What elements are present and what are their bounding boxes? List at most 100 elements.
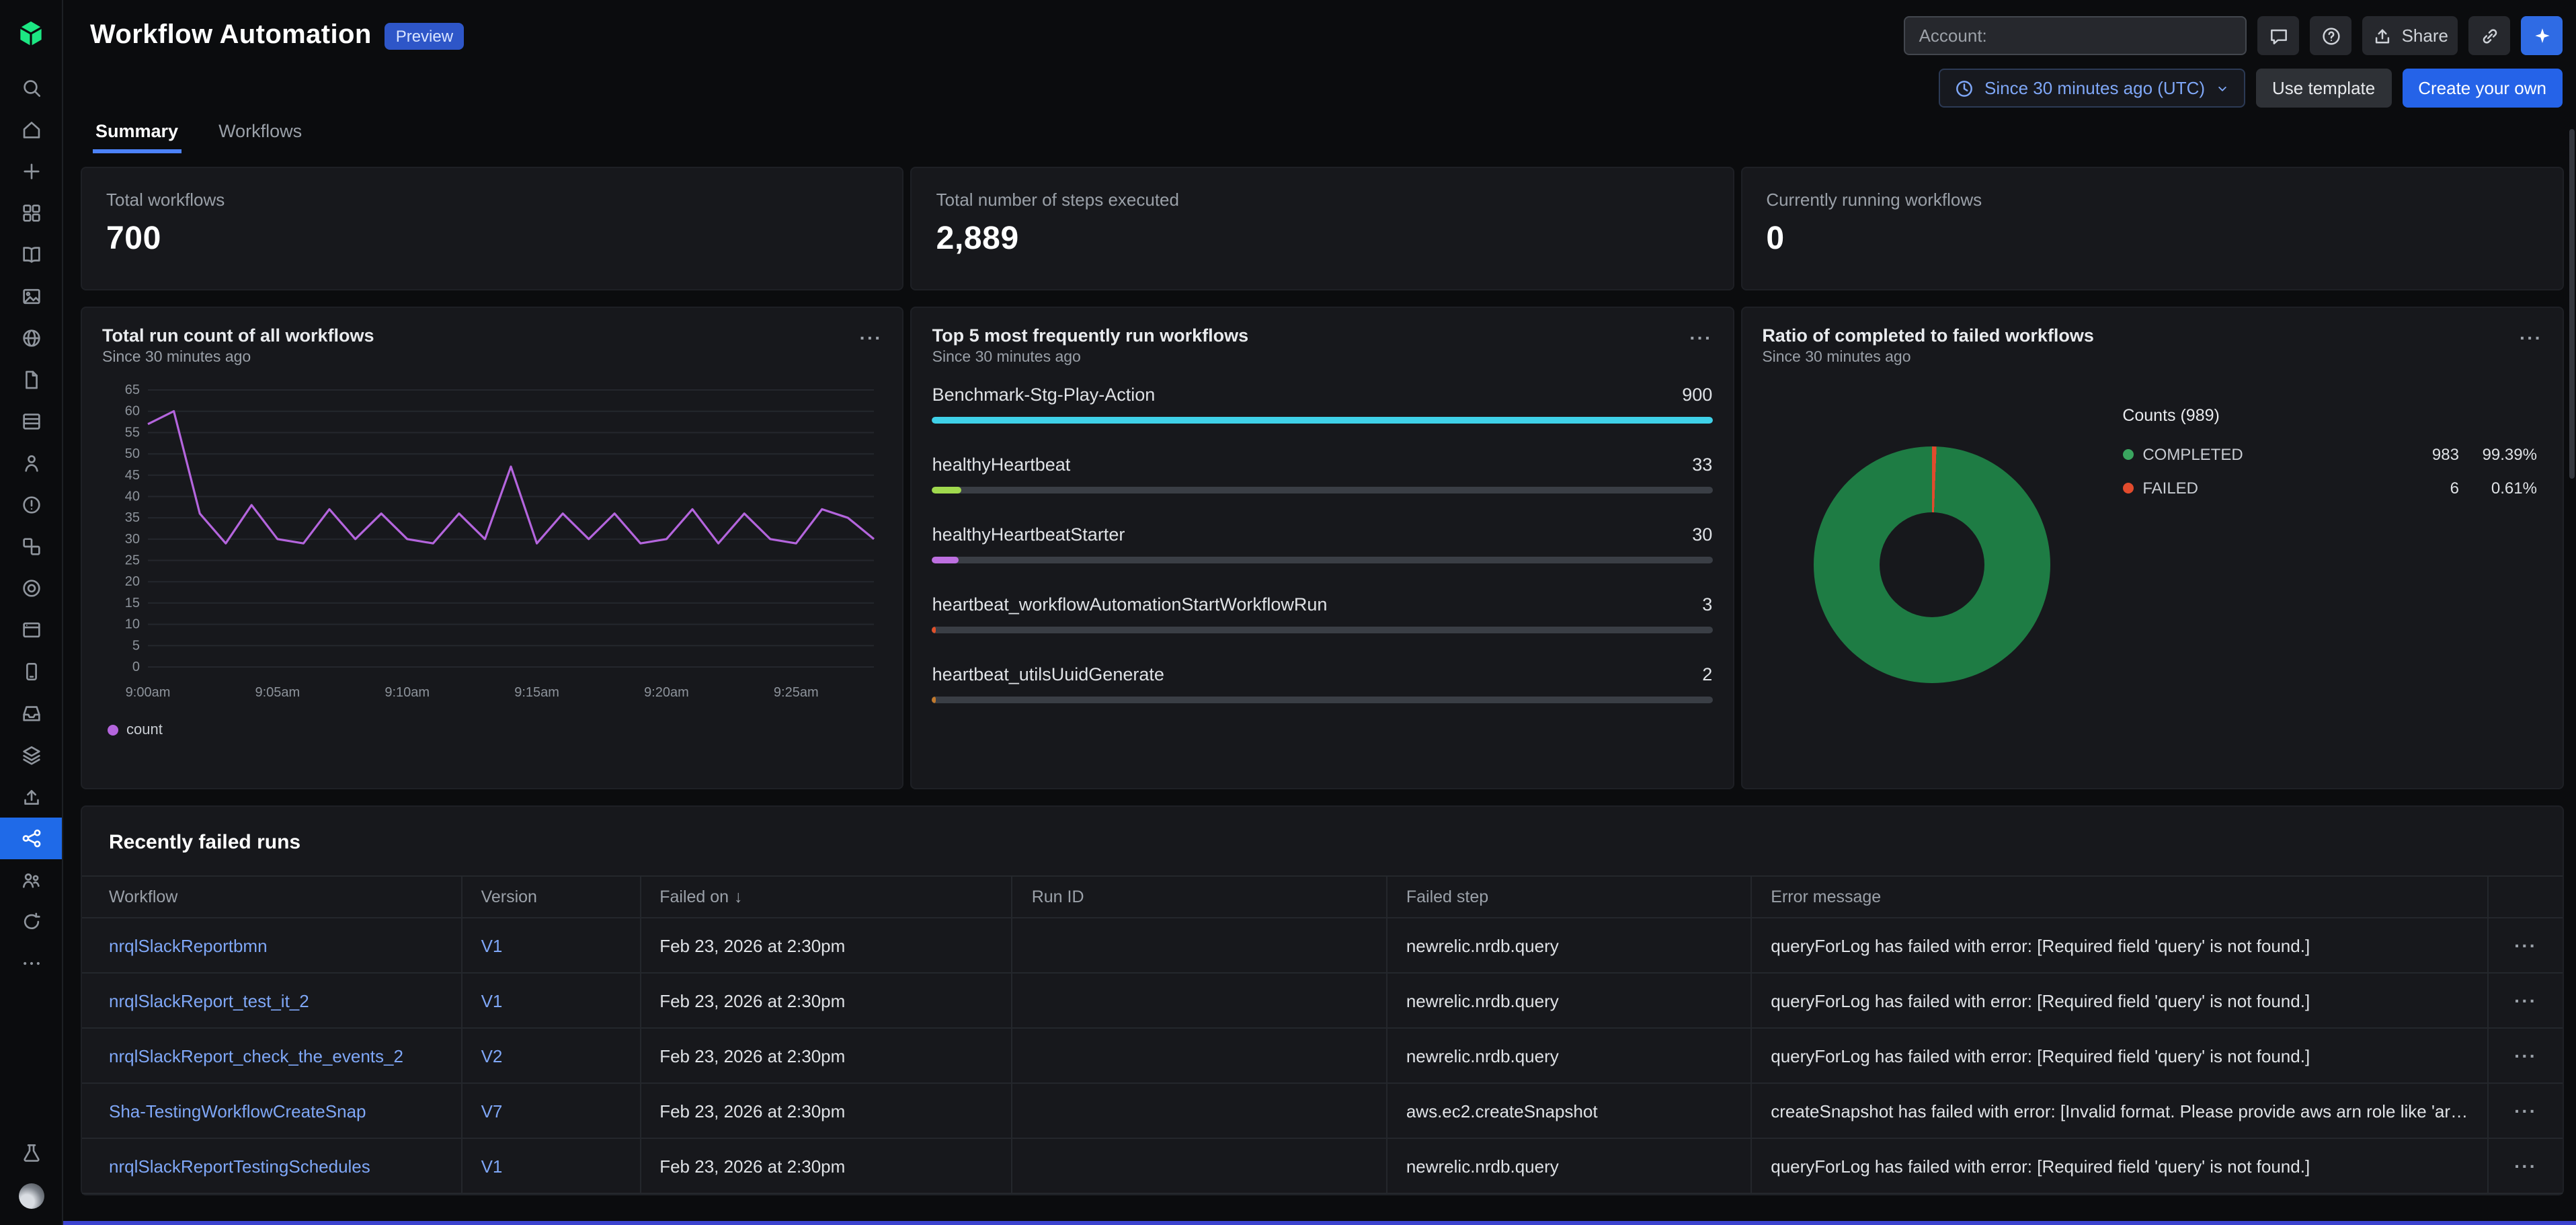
error-message-cell: queryForLog has failed with error: [Requ… (1751, 1138, 2488, 1193)
sidebar-item-stacks[interactable] (0, 734, 62, 776)
version-link[interactable]: V1 (481, 990, 503, 1011)
sidebar-item-lab[interactable] (0, 1132, 62, 1174)
card-menu-button[interactable]: ··· (1689, 325, 1712, 350)
sidebar-item-browser[interactable] (0, 609, 62, 651)
workflow-link[interactable]: Sha-TestingWorkflowCreateSnap (109, 1101, 366, 1121)
bar-label: Benchmark-Stg-Play-Action (932, 385, 1156, 405)
bar-item[interactable]: healthyHeartbeatStarter30 (932, 524, 1713, 563)
sidebar-item-sync[interactable] (0, 901, 62, 943)
bar-item[interactable]: Benchmark-Stg-Play-Action900 (932, 385, 1713, 424)
column-header-run-id[interactable]: Run ID (1012, 876, 1387, 918)
workflow-link[interactable]: nrqlSlackReport_test_it_2 (109, 990, 309, 1011)
row-menu-button[interactable]: ··· (2514, 1099, 2537, 1123)
sidebar-item-inbox[interactable] (0, 693, 62, 734)
sidebar-item-lists[interactable] (0, 401, 62, 442)
card-menu-button[interactable]: ··· (2520, 325, 2542, 350)
sort-desc-icon: ↓ (734, 887, 743, 906)
column-header-version[interactable]: Version (462, 876, 641, 918)
row-menu-button[interactable]: ··· (2514, 988, 2537, 1013)
sidebar-item-web[interactable] (0, 317, 62, 359)
chat-icon (2268, 25, 2290, 46)
tab-summary[interactable]: Summary (93, 113, 181, 153)
svg-text:35: 35 (125, 510, 140, 525)
column-header-error-message[interactable]: Error message (1751, 876, 2488, 918)
table-row: nrqlSlackReportTestingSchedules V1 Feb 23,… (82, 1138, 2563, 1193)
help-button[interactable] (2310, 16, 2352, 55)
svg-text:9:05am: 9:05am (255, 685, 300, 700)
time-picker-button[interactable]: Since 30 minutes ago (UTC) (1939, 69, 2245, 108)
sidebar-item-search[interactable] (0, 67, 62, 109)
row-menu-button[interactable]: ··· (2514, 1154, 2537, 1178)
version-link[interactable]: V1 (481, 935, 503, 955)
web-icon (19, 327, 42, 350)
legend-row-failed[interactable]: FAILED60.61% (2122, 479, 2537, 498)
sidebar-item-goals[interactable] (0, 567, 62, 609)
tab-workflows[interactable]: Workflows (216, 113, 305, 153)
sidebar-item-traces[interactable] (0, 776, 62, 818)
line-chart[interactable]: 051015202530354045505560659:00am9:05am9:… (102, 379, 883, 719)
sidebar-item-explorer[interactable] (0, 234, 62, 276)
row-menu-button[interactable]: ··· (2514, 933, 2537, 957)
bar-item[interactable]: healthyHeartbeat33 (932, 455, 1713, 493)
assistant-button[interactable] (2521, 16, 2563, 55)
copy-link-button[interactable] (2468, 16, 2510, 55)
share-button[interactable]: Share (2363, 16, 2458, 55)
workflow-link[interactable]: nrqlSlackReport_check_the_events_2 (109, 1045, 403, 1066)
sidebar-nav (0, 67, 62, 984)
legend-row-completed[interactable]: COMPLETED98399.39% (2122, 445, 2537, 464)
failed-on-cell: Feb 23, 2026 at 2:30pm (640, 918, 1012, 973)
column-header-workflow[interactable]: Workflow (82, 876, 462, 918)
sidebar-item-mobile[interactable] (0, 651, 62, 693)
scrollbar-thumb[interactable] (2569, 129, 2575, 479)
row-actions-cell: ··· (2488, 1083, 2563, 1138)
error-message-cell: queryForLog has failed with error: [Requ… (1751, 973, 2488, 1028)
workflow-automation-icon (19, 827, 42, 850)
version-link[interactable]: V2 (481, 1045, 503, 1066)
workflow-link[interactable]: nrqlSlackReportbmn (109, 935, 268, 955)
workflow-link[interactable]: nrqlSlackReportTestingSchedules (109, 1156, 370, 1176)
use-template-button[interactable]: Use template (2256, 69, 2391, 108)
sidebar-item-add[interactable] (0, 151, 62, 192)
user-avatar[interactable] (18, 1183, 44, 1209)
sidebar-item-packages[interactable] (0, 526, 62, 567)
svg-text:65: 65 (125, 383, 140, 397)
sidebar-item-dashboards[interactable] (0, 276, 62, 317)
svg-text:50: 50 (125, 446, 140, 461)
bar-value: 3 (1702, 594, 1712, 615)
bar-item[interactable]: heartbeat_utilsUuidGenerate2 (932, 664, 1713, 703)
row-menu-button[interactable]: ··· (2514, 1043, 2537, 1068)
sidebar-item-alerts[interactable] (0, 484, 62, 526)
sidebar-item-more[interactable] (0, 943, 62, 984)
failed-on-cell: Feb 23, 2026 at 2:30pm (640, 1138, 1012, 1193)
sidebar-item-apm[interactable] (0, 442, 62, 484)
bar-value: 30 (1692, 524, 1712, 545)
version-link[interactable]: V7 (481, 1101, 503, 1121)
sidebar-item-teams[interactable] (0, 859, 62, 901)
sidebar-item-logs[interactable] (0, 359, 62, 401)
create-your-own-button[interactable]: Create your own (2402, 69, 2563, 108)
table-title: Recently failed runs (82, 828, 2563, 875)
column-header-failed-on[interactable]: Failed on↓ (640, 876, 1012, 918)
column-header-failed-step[interactable]: Failed step (1387, 876, 1751, 918)
teams-icon (19, 869, 42, 892)
top-workflows-card: Top 5 most frequently run workflows Sinc… (911, 307, 1734, 789)
goals-icon (19, 577, 42, 600)
legend-label: count (126, 722, 163, 738)
inbox-icon (19, 702, 42, 725)
browser-icon (19, 619, 42, 641)
feedback-button[interactable] (2258, 16, 2300, 55)
sidebar-item-home[interactable] (0, 109, 62, 151)
failed-step-cell: newrelic.nrdb.query (1387, 1028, 1751, 1083)
new-relic-logo[interactable] (0, 0, 62, 67)
account-input[interactable]: Account: (1904, 16, 2247, 55)
top-bar: Workflow Automation Preview Account: Sha… (63, 0, 2576, 108)
card-menu-button[interactable]: ··· (860, 325, 883, 350)
bar-track (932, 487, 1713, 493)
version-link[interactable]: V1 (481, 1156, 503, 1176)
donut-chart[interactable] (1813, 446, 2050, 683)
lab-icon (19, 1142, 42, 1164)
sidebar-item-workflow-automation[interactable] (0, 818, 62, 859)
sidebar-item-entities[interactable] (0, 192, 62, 234)
stat-label: Total number of steps executed (936, 190, 1709, 210)
bar-item[interactable]: heartbeat_workflowAutomationStartWorkflo… (932, 594, 1713, 633)
